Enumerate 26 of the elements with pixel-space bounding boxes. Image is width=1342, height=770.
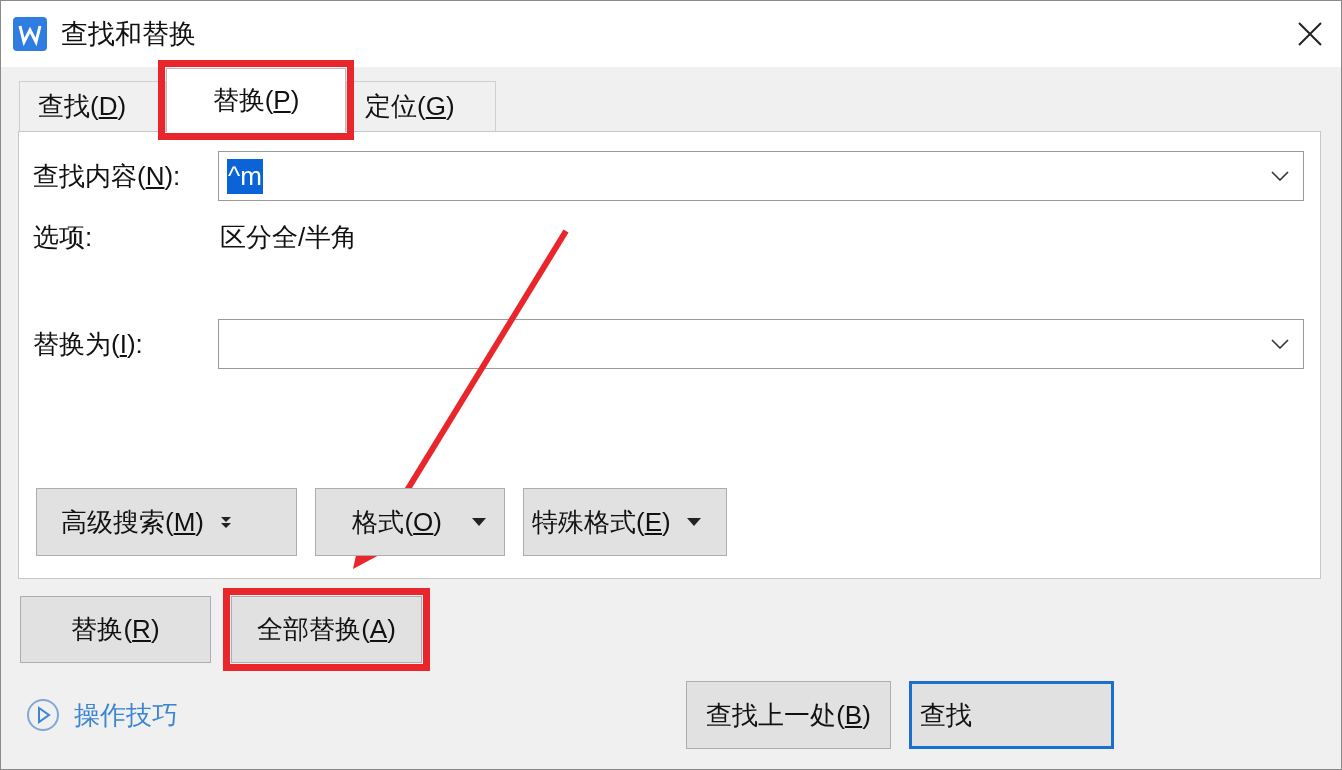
dropdown-button[interactable]: 特殊格式(E) bbox=[523, 488, 727, 556]
tab[interactable]: 替换(P) bbox=[166, 68, 346, 132]
tab[interactable]: 定位(G) bbox=[346, 81, 496, 131]
chevron-down-icon bbox=[1271, 171, 1289, 181]
replace-input-field[interactable] bbox=[218, 319, 1304, 369]
options-label: 选项: bbox=[33, 220, 94, 254]
play-circle-icon bbox=[26, 698, 60, 732]
field-label: 替换为(I): bbox=[33, 327, 144, 361]
field-value: ^m bbox=[227, 158, 263, 194]
chevron-down-icon bbox=[1271, 339, 1289, 349]
caret-icon bbox=[472, 517, 486, 527]
app-logo-icon bbox=[13, 17, 47, 51]
field-label: 查找内容(N): bbox=[33, 159, 182, 193]
find-input-field[interactable]: ^m bbox=[218, 151, 1304, 201]
find-button[interactable]: 查找 bbox=[909, 681, 1114, 749]
close-icon[interactable] bbox=[1297, 21, 1323, 47]
tab[interactable]: 查找(D) bbox=[19, 81, 166, 131]
replace-button[interactable]: 替换(R) bbox=[20, 596, 211, 663]
find-button[interactable]: 查找上一处(B) bbox=[686, 681, 891, 749]
caret-icon bbox=[686, 517, 701, 527]
double-caret-icon bbox=[220, 514, 232, 530]
replace-button[interactable]: 全部替换(A) bbox=[231, 596, 422, 663]
advanced-search-button[interactable]: 高级搜索(M) bbox=[36, 488, 297, 556]
window-title: 查找和替换 bbox=[61, 18, 196, 51]
options-value: 区分全/半角 bbox=[220, 220, 358, 254]
dropdown-button[interactable]: 格式(O) bbox=[315, 488, 505, 556]
